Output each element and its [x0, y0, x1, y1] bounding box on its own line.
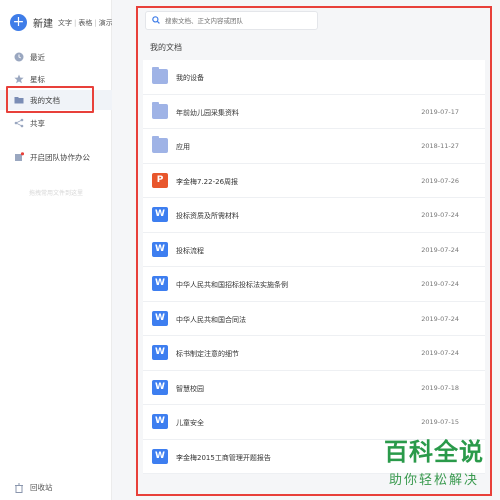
clock-icon — [14, 52, 24, 62]
sidebar-item-team[interactable]: 开启团队协作办公 — [0, 147, 112, 167]
trash-icon — [14, 483, 24, 493]
plus-icon: + — [10, 13, 27, 31]
sidebar-item-recent[interactable]: 最近 — [0, 47, 112, 67]
trash-button[interactable]: 回收站 — [14, 482, 53, 493]
trash-label: 回收站 — [30, 483, 53, 492]
sidebar-item-label: 最近 — [30, 52, 45, 62]
new-type-links: 文字 | 表格 | 演示 — [58, 18, 113, 28]
new-doc-link[interactable]: 文字 — [58, 18, 72, 28]
share-icon — [14, 118, 24, 128]
team-icon — [14, 152, 24, 162]
sidebar-item-label: 星标 — [30, 74, 45, 84]
new-sheet-link[interactable]: 表格 — [78, 18, 92, 28]
sidebar-item-shared[interactable]: 共享 — [0, 113, 112, 133]
watermark-subtitle: 助你轻松解决 — [388, 473, 479, 488]
new-label: 新建 — [33, 18, 53, 30]
watermark-logo: 百科全说 助你轻松解决 — [384, 432, 484, 488]
watermark-title: 百科全说 — [384, 438, 484, 466]
new-button[interactable]: + 新建 — [10, 12, 53, 32]
highlight-box-sidebar — [6, 86, 94, 113]
star-icon — [14, 74, 24, 84]
new-slides-link[interactable]: 演示 — [99, 18, 113, 28]
sidebar-item-label: 共享 — [30, 118, 45, 128]
sidebar: + 新建 文字 | 表格 | 演示 最近 星标 我的文档 共享 开启团队协作办公 拖拽常… — [0, 0, 113, 500]
sidebar-item-label: 开启团队协作办公 — [30, 152, 90, 162]
drop-zone-hint: 拖拽常用文件到这里 — [28, 190, 83, 197]
highlight-box-main — [136, 6, 492, 496]
